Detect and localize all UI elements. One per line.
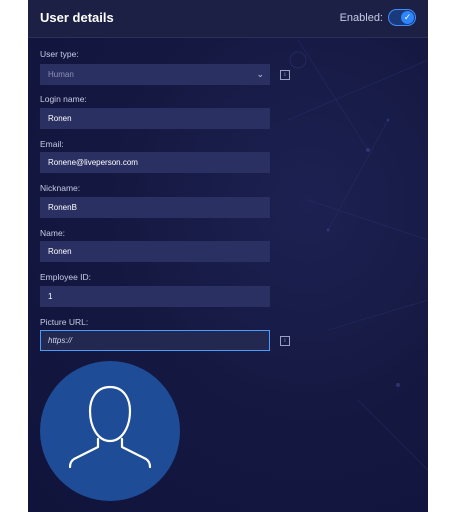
enabled-toggle[interactable]: ✓ <box>388 9 416 26</box>
employee-id-label: Employee ID: <box>40 272 92 282</box>
panel-header: User details Enabled: ✓ <box>28 0 428 38</box>
login-name-field[interactable]: Ronen <box>40 108 270 129</box>
info-icon[interactable]: i <box>280 336 290 346</box>
enabled-label: Enabled: <box>339 11 383 24</box>
user-silhouette-icon <box>68 385 152 469</box>
panel-title: User details <box>40 10 114 25</box>
picture-url-field[interactable]: https:// <box>40 330 270 351</box>
nickname-label: Nickname: <box>40 183 81 193</box>
login-name-label: Login name: <box>40 94 87 104</box>
user-details-panel: User details Enabled: ✓ User type: Human… <box>28 0 428 512</box>
employee-id-field[interactable]: 1 <box>40 286 270 307</box>
nickname-field[interactable]: RonenB <box>40 197 270 218</box>
user-type-label: User type: <box>40 49 79 59</box>
user-type-select[interactable]: Human ⌄ <box>40 64 270 85</box>
picture-url-label: Picture URL: <box>40 317 89 327</box>
email-label: Email: <box>40 139 64 149</box>
info-icon[interactable]: i <box>280 70 290 80</box>
email-field[interactable]: Ronene@liveperson.com <box>40 152 270 173</box>
avatar <box>40 361 180 501</box>
name-field[interactable]: Ronen <box>40 241 270 262</box>
enabled-control: Enabled: ✓ <box>340 9 416 26</box>
user-type-value: Human <box>48 70 74 79</box>
check-icon: ✓ <box>401 11 414 24</box>
name-label: Name: <box>40 228 66 238</box>
chevron-down-icon: ⌄ <box>256 69 264 79</box>
picture-url-placeholder: https:// <box>48 336 73 345</box>
